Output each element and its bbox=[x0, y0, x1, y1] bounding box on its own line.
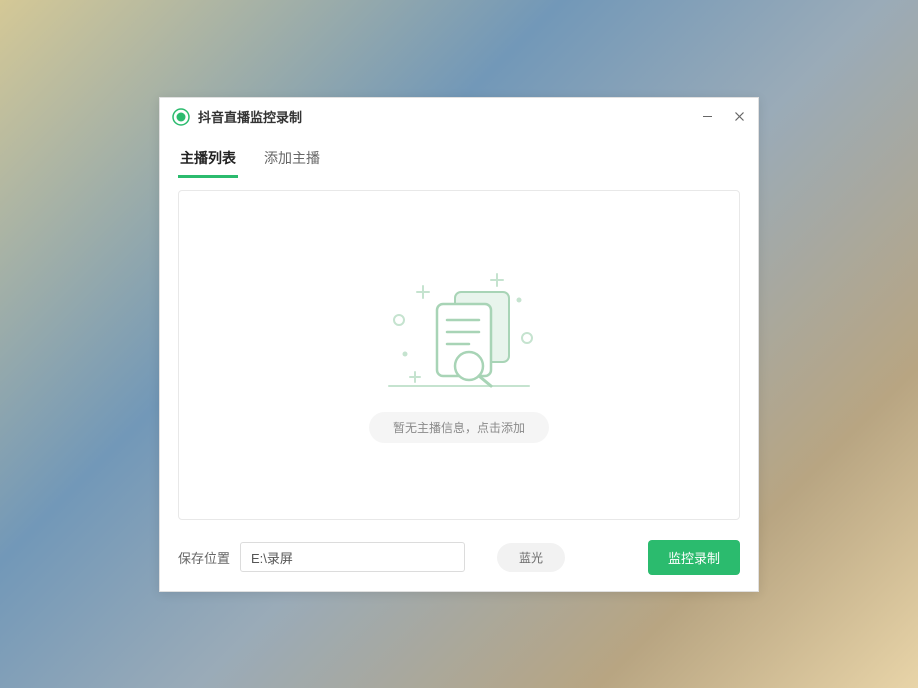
footer-bar: 保存位置 蓝光 监控录制 bbox=[160, 528, 758, 591]
quality-selector[interactable]: 蓝光 bbox=[497, 543, 565, 572]
tab-streamer-list[interactable]: 主播列表 bbox=[178, 138, 238, 178]
save-path-input[interactable] bbox=[240, 542, 465, 572]
app-title: 抖音直播监控录制 bbox=[198, 107, 302, 126]
close-button[interactable] bbox=[732, 110, 746, 124]
tab-bar: 主播列表 添加主播 bbox=[160, 138, 758, 178]
content-area: 暂无主播信息，点击添加 bbox=[160, 178, 758, 528]
save-location-label: 保存位置 bbox=[178, 548, 230, 567]
minimize-button[interactable] bbox=[700, 110, 714, 124]
app-icon bbox=[172, 108, 190, 126]
empty-document-icon bbox=[359, 266, 559, 396]
record-button[interactable]: 监控录制 bbox=[648, 540, 740, 575]
empty-state-message[interactable]: 暂无主播信息，点击添加 bbox=[369, 412, 549, 443]
tab-add-streamer[interactable]: 添加主播 bbox=[262, 138, 322, 178]
window-controls bbox=[700, 110, 746, 124]
streamer-list-panel: 暂无主播信息，点击添加 bbox=[178, 190, 740, 520]
app-window: 抖音直播监控录制 主播列表 添加主播 bbox=[159, 97, 759, 592]
titlebar: 抖音直播监控录制 bbox=[160, 98, 758, 136]
